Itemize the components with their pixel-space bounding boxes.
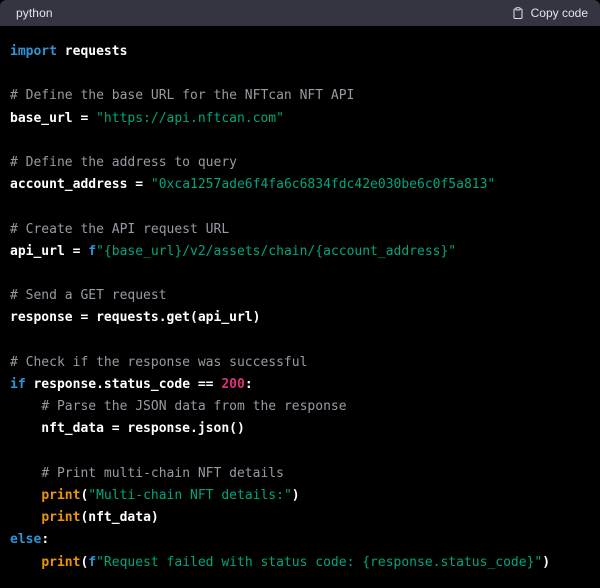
code-token: 200 xyxy=(221,377,244,392)
code-content: import requests # Define the base URL fo… xyxy=(10,41,590,574)
code-token: "0xca1257ade6f4fa6c6834fdc42e030be6c0f5a… xyxy=(151,177,495,192)
code-token: print xyxy=(41,555,80,570)
code-token: print xyxy=(41,488,80,503)
code-token: # Define the base URL for the NFTcan NFT… xyxy=(10,88,354,103)
code-token: import xyxy=(10,44,57,59)
code-block: python Copy code import requests # Defin… xyxy=(0,0,600,588)
code-token: print xyxy=(41,510,80,525)
code-token: "Request failed with status code: {respo… xyxy=(96,555,542,570)
code-token: # Send a GET request xyxy=(10,288,167,303)
code-token: # Print multi-chain NFT details xyxy=(41,466,284,481)
code-token: # Create the API request URL xyxy=(10,222,229,237)
code-token: else xyxy=(10,532,41,547)
code-token: # Check if the response was successful xyxy=(10,355,307,370)
code-token: f xyxy=(88,244,96,259)
code-token: "{base_url}/v2/assets/chain/{account_add… xyxy=(96,244,456,259)
clipboard-icon xyxy=(512,6,524,20)
code-area: import requests # Define the base URL fo… xyxy=(0,26,600,588)
code-token: "Multi-chain NFT details:" xyxy=(88,488,292,503)
code-token: if xyxy=(10,377,26,392)
copy-code-button[interactable]: Copy code xyxy=(512,6,588,20)
code-token: # Parse the JSON data from the response xyxy=(41,399,346,414)
code-header: python Copy code xyxy=(0,0,600,26)
code-token: "https://api.nftcan.com" xyxy=(96,111,284,126)
code-token: f xyxy=(88,555,96,570)
language-label: python xyxy=(16,6,53,20)
code-token: # Define the address to query xyxy=(10,155,237,170)
copy-code-label: Copy code xyxy=(531,6,588,20)
